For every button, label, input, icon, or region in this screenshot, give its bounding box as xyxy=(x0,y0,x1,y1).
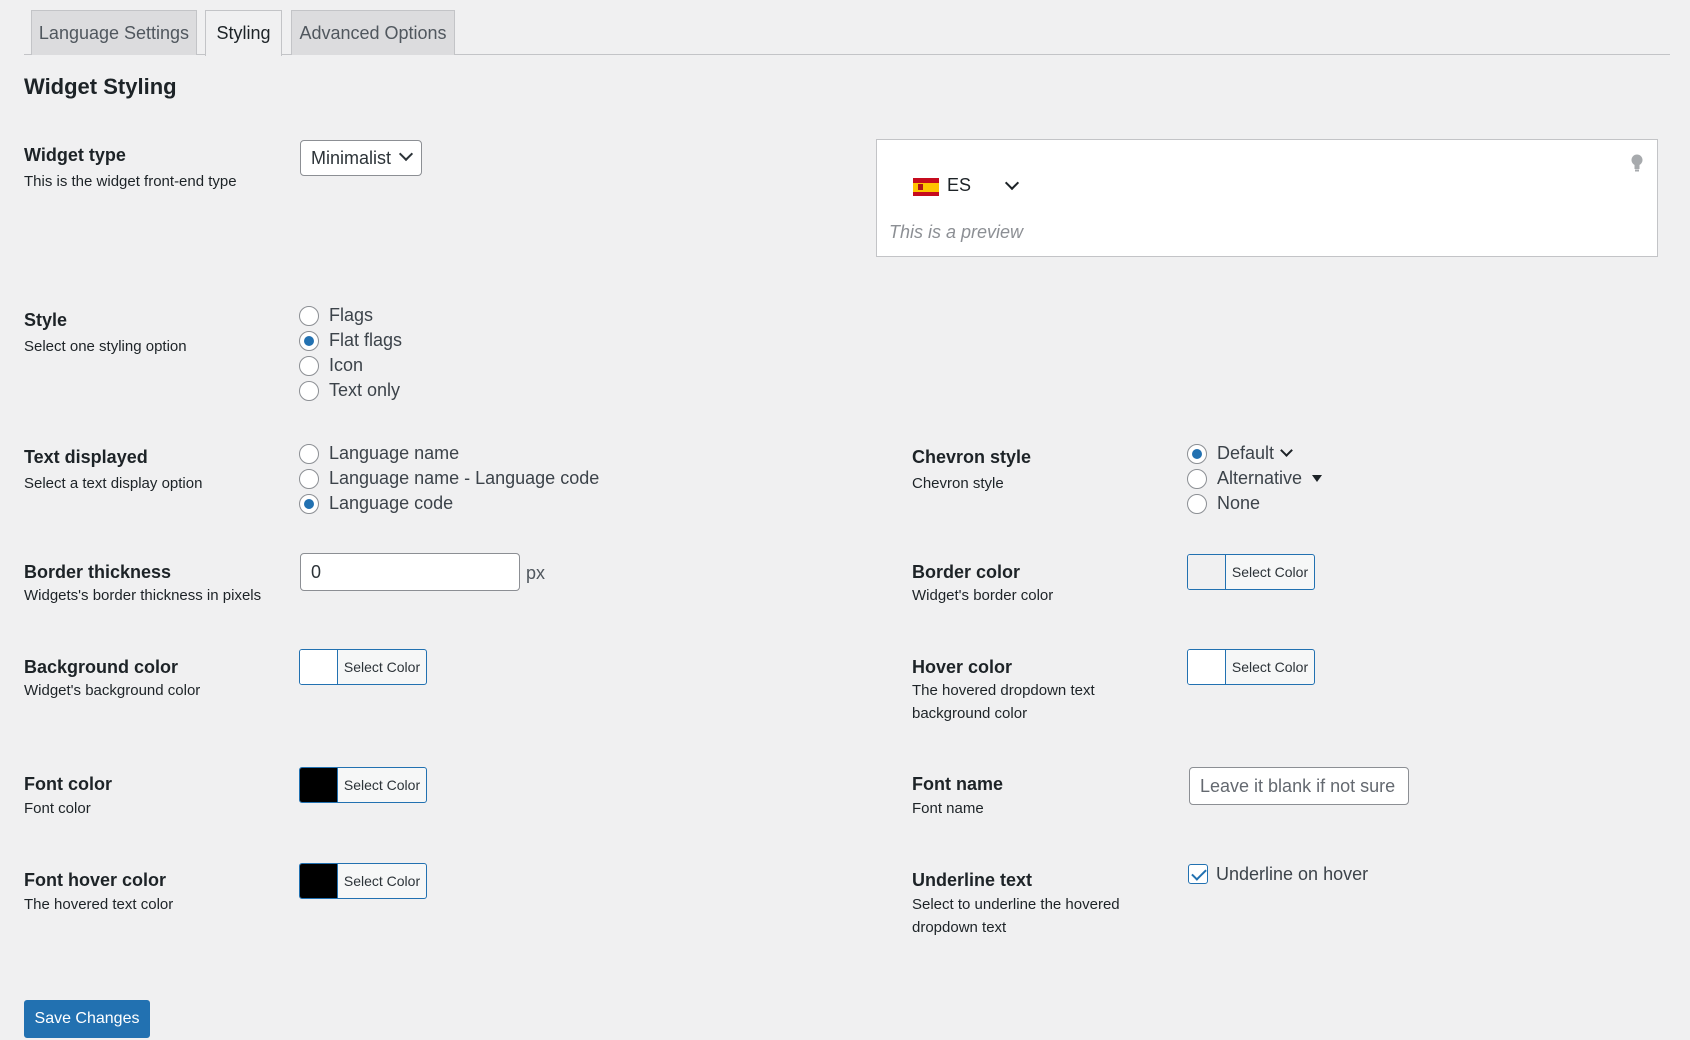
font-color-button[interactable]: Select Color xyxy=(299,767,427,803)
hover-color-label: Hover color xyxy=(912,657,1013,677)
border-color-desc: Widget's border color xyxy=(912,587,1054,604)
text-option-name-and-code[interactable]: Language name - Language code xyxy=(299,468,599,489)
border-thickness-label: Border thickness xyxy=(24,562,172,582)
chevron-option-default[interactable]: Default xyxy=(1187,443,1293,464)
page-title: Widget Styling xyxy=(24,74,177,99)
font-hover-color-desc: The hovered text color xyxy=(24,896,174,913)
text-option-language-code[interactable]: Language code xyxy=(299,493,453,514)
style-option-icon[interactable]: Icon xyxy=(299,355,363,376)
hover-color-button[interactable]: Select Color xyxy=(1187,649,1315,685)
color-swatch xyxy=(300,768,338,802)
underline-text-label: Underline text xyxy=(912,870,1033,890)
widget-preview: ES This is a preview xyxy=(876,139,1658,257)
lightbulb-icon xyxy=(1631,154,1643,172)
radio-button[interactable] xyxy=(299,380,319,401)
chevron-down-icon xyxy=(1280,444,1293,457)
preview-language-code: ES xyxy=(947,175,972,195)
border-thickness-input[interactable]: 0 xyxy=(300,553,520,591)
preview-note: This is a preview xyxy=(889,222,1024,242)
background-color-desc: Widget's background color xyxy=(24,682,201,699)
font-name-desc: Font name xyxy=(912,800,984,817)
chevron-style-desc: Chevron style xyxy=(912,475,1004,492)
color-swatch xyxy=(300,864,338,898)
font-hover-color-button[interactable]: Select Color xyxy=(299,863,427,899)
background-color-button[interactable]: Select Color xyxy=(299,649,427,685)
color-swatch xyxy=(1188,555,1226,589)
chevron-style-label: Chevron style xyxy=(912,447,1032,467)
settings-tabs: Language Settings Styling Advanced Optio… xyxy=(24,10,1670,56)
style-option-flat-flags[interactable]: Flat flags xyxy=(299,330,402,351)
font-name-label: Font name xyxy=(912,774,1004,794)
radio-button[interactable] xyxy=(299,305,319,326)
radio-button[interactable] xyxy=(1187,468,1207,489)
chevron-option-alternative[interactable]: Alternative xyxy=(1187,468,1323,489)
font-color-desc: Font color xyxy=(24,800,91,817)
radio-button[interactable] xyxy=(299,355,319,376)
underline-text-desc: Select to underline the hovered dropdown… xyxy=(912,896,1120,936)
tab-language-settings[interactable]: Language Settings xyxy=(31,10,197,55)
style-desc: Select one styling option xyxy=(24,338,187,355)
hover-color-desc: The hovered dropdown text background col… xyxy=(912,682,1095,722)
color-swatch xyxy=(1188,650,1226,684)
text-displayed-desc: Select a text display option xyxy=(24,475,203,492)
border-color-label: Border color xyxy=(912,562,1021,582)
radio-button[interactable] xyxy=(1187,493,1207,514)
chevron-down-icon xyxy=(398,146,414,162)
chevron-down-icon[interactable] xyxy=(1004,175,1020,191)
spain-flag-icon xyxy=(913,178,939,196)
chevron-option-none[interactable]: None xyxy=(1187,493,1260,514)
color-swatch xyxy=(300,650,338,684)
underline-on-hover-label[interactable]: Underline on hover xyxy=(1216,864,1368,885)
background-color-label: Background color xyxy=(24,657,179,677)
style-label: Style xyxy=(24,310,68,330)
font-hover-color-label: Font hover color xyxy=(24,870,167,890)
tab-advanced-options[interactable]: Advanced Options xyxy=(291,10,455,55)
widget-type-selected: Minimalist xyxy=(311,147,392,168)
widget-type-desc: This is the widget front-end type xyxy=(24,173,237,190)
style-option-text-only[interactable]: Text only xyxy=(299,380,400,401)
radio-button[interactable] xyxy=(299,468,319,489)
style-option-flags[interactable]: Flags xyxy=(299,305,373,326)
text-displayed-label: Text displayed xyxy=(24,447,148,467)
radio-button[interactable] xyxy=(299,443,319,464)
radio-button[interactable] xyxy=(1187,443,1207,464)
tab-styling[interactable]: Styling xyxy=(205,10,282,56)
radio-button[interactable] xyxy=(299,493,319,514)
font-color-label: Font color xyxy=(24,774,112,794)
widget-type-label: Widget type xyxy=(24,145,126,165)
caret-down-icon xyxy=(1312,475,1323,482)
font-name-input[interactable]: Leave it blank if not sure xyxy=(1189,767,1409,805)
border-thickness-desc: Widgets's border thickness in pixels xyxy=(24,587,262,604)
widget-type-select[interactable]: Minimalist xyxy=(300,140,422,176)
save-changes-button[interactable]: Save Changes xyxy=(24,1000,150,1038)
radio-button[interactable] xyxy=(299,330,319,351)
border-color-button[interactable]: Select Color xyxy=(1187,554,1315,590)
underline-on-hover-checkbox[interactable] xyxy=(1188,864,1208,884)
border-thickness-unit: px xyxy=(526,563,546,583)
text-option-language-name[interactable]: Language name xyxy=(299,443,459,464)
